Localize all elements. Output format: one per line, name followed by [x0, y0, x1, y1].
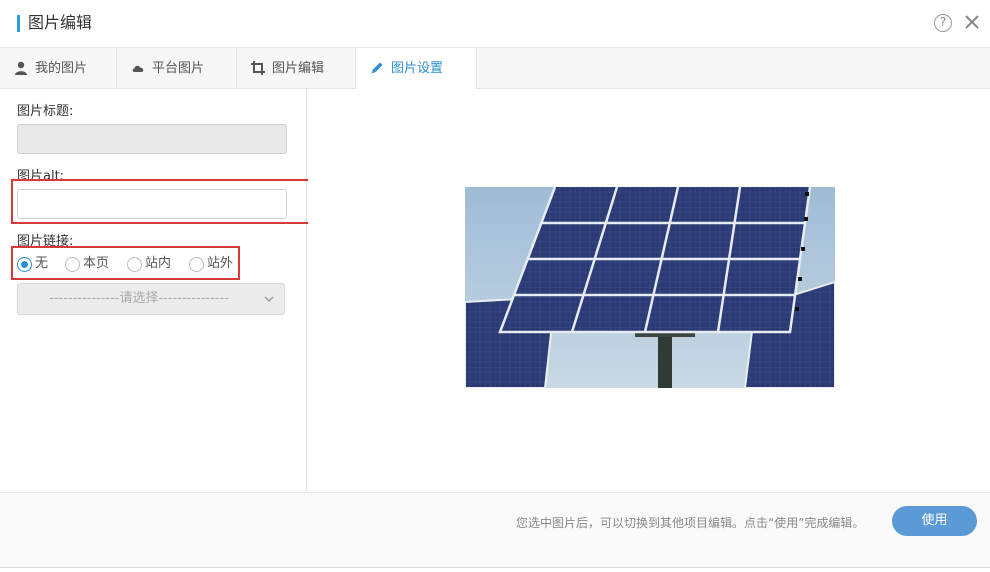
dialog-title: 图片编辑 [28, 13, 93, 32]
help-icon[interactable]: ? [934, 14, 952, 32]
radio-none[interactable]: 无 [17, 255, 51, 273]
chevron-down-icon [264, 296, 274, 303]
image-title-label: 图片标题: [17, 104, 74, 119]
pencil-icon [371, 62, 383, 74]
use-button[interactable]: 使用 [892, 506, 977, 536]
radio-dot [65, 257, 80, 272]
tab-platform-images[interactable]: 平台图片 [117, 48, 237, 89]
dialog-header: 图片编辑 ? [0, 0, 990, 48]
link-target-select[interactable]: ---------------请选择--------------- [17, 283, 285, 315]
radio-label: 本页 [83, 256, 110, 271]
preview-area [308, 89, 990, 492]
tab-image-settings[interactable]: 图片设置 [356, 48, 477, 90]
radio-this-page[interactable]: 本页 [65, 255, 115, 273]
dialog-footer: 您选中图片后，可以切换到其他项目编辑。点击“使用”完成编辑。 使用 [0, 492, 990, 568]
tab-label: 我的图片 [35, 61, 88, 76]
radio-dot [17, 257, 32, 272]
radio-label: 无 [35, 256, 49, 271]
select-placeholder: ---------------请选择--------------- [49, 291, 229, 306]
cloud-icon [132, 65, 144, 72]
tab-my-images[interactable]: 我的图片 [0, 48, 117, 89]
title-accent-bar [17, 15, 20, 32]
close-icon[interactable] [962, 12, 982, 32]
radio-label: 站外 [207, 256, 234, 271]
image-title-input[interactable] [17, 124, 287, 154]
crop-icon [251, 61, 265, 75]
tab-label: 图片编辑 [272, 61, 325, 76]
settings-panel: 图片标题: 图片alt: 图片链接: 无 本页 站内 站外 ----------… [0, 89, 311, 492]
footer-hint: 您选中图片后，可以切换到其他项目编辑。点击“使用”完成编辑。 [516, 516, 865, 530]
radio-internal[interactable]: 站内 [127, 255, 177, 273]
radio-label: 站内 [145, 256, 172, 271]
tab-label: 平台图片 [152, 61, 205, 76]
radio-dot [189, 257, 204, 272]
image-preview [465, 187, 835, 388]
tab-image-edit[interactable]: 图片编辑 [237, 48, 356, 89]
tab-bar: 我的图片 平台图片 图片编辑 图片设置 [0, 48, 990, 90]
user-icon [15, 61, 27, 75]
radio-external[interactable]: 站外 [189, 255, 239, 273]
radio-dot [127, 257, 142, 272]
tab-label: 图片设置 [391, 61, 444, 76]
image-alt-input[interactable] [17, 189, 287, 219]
